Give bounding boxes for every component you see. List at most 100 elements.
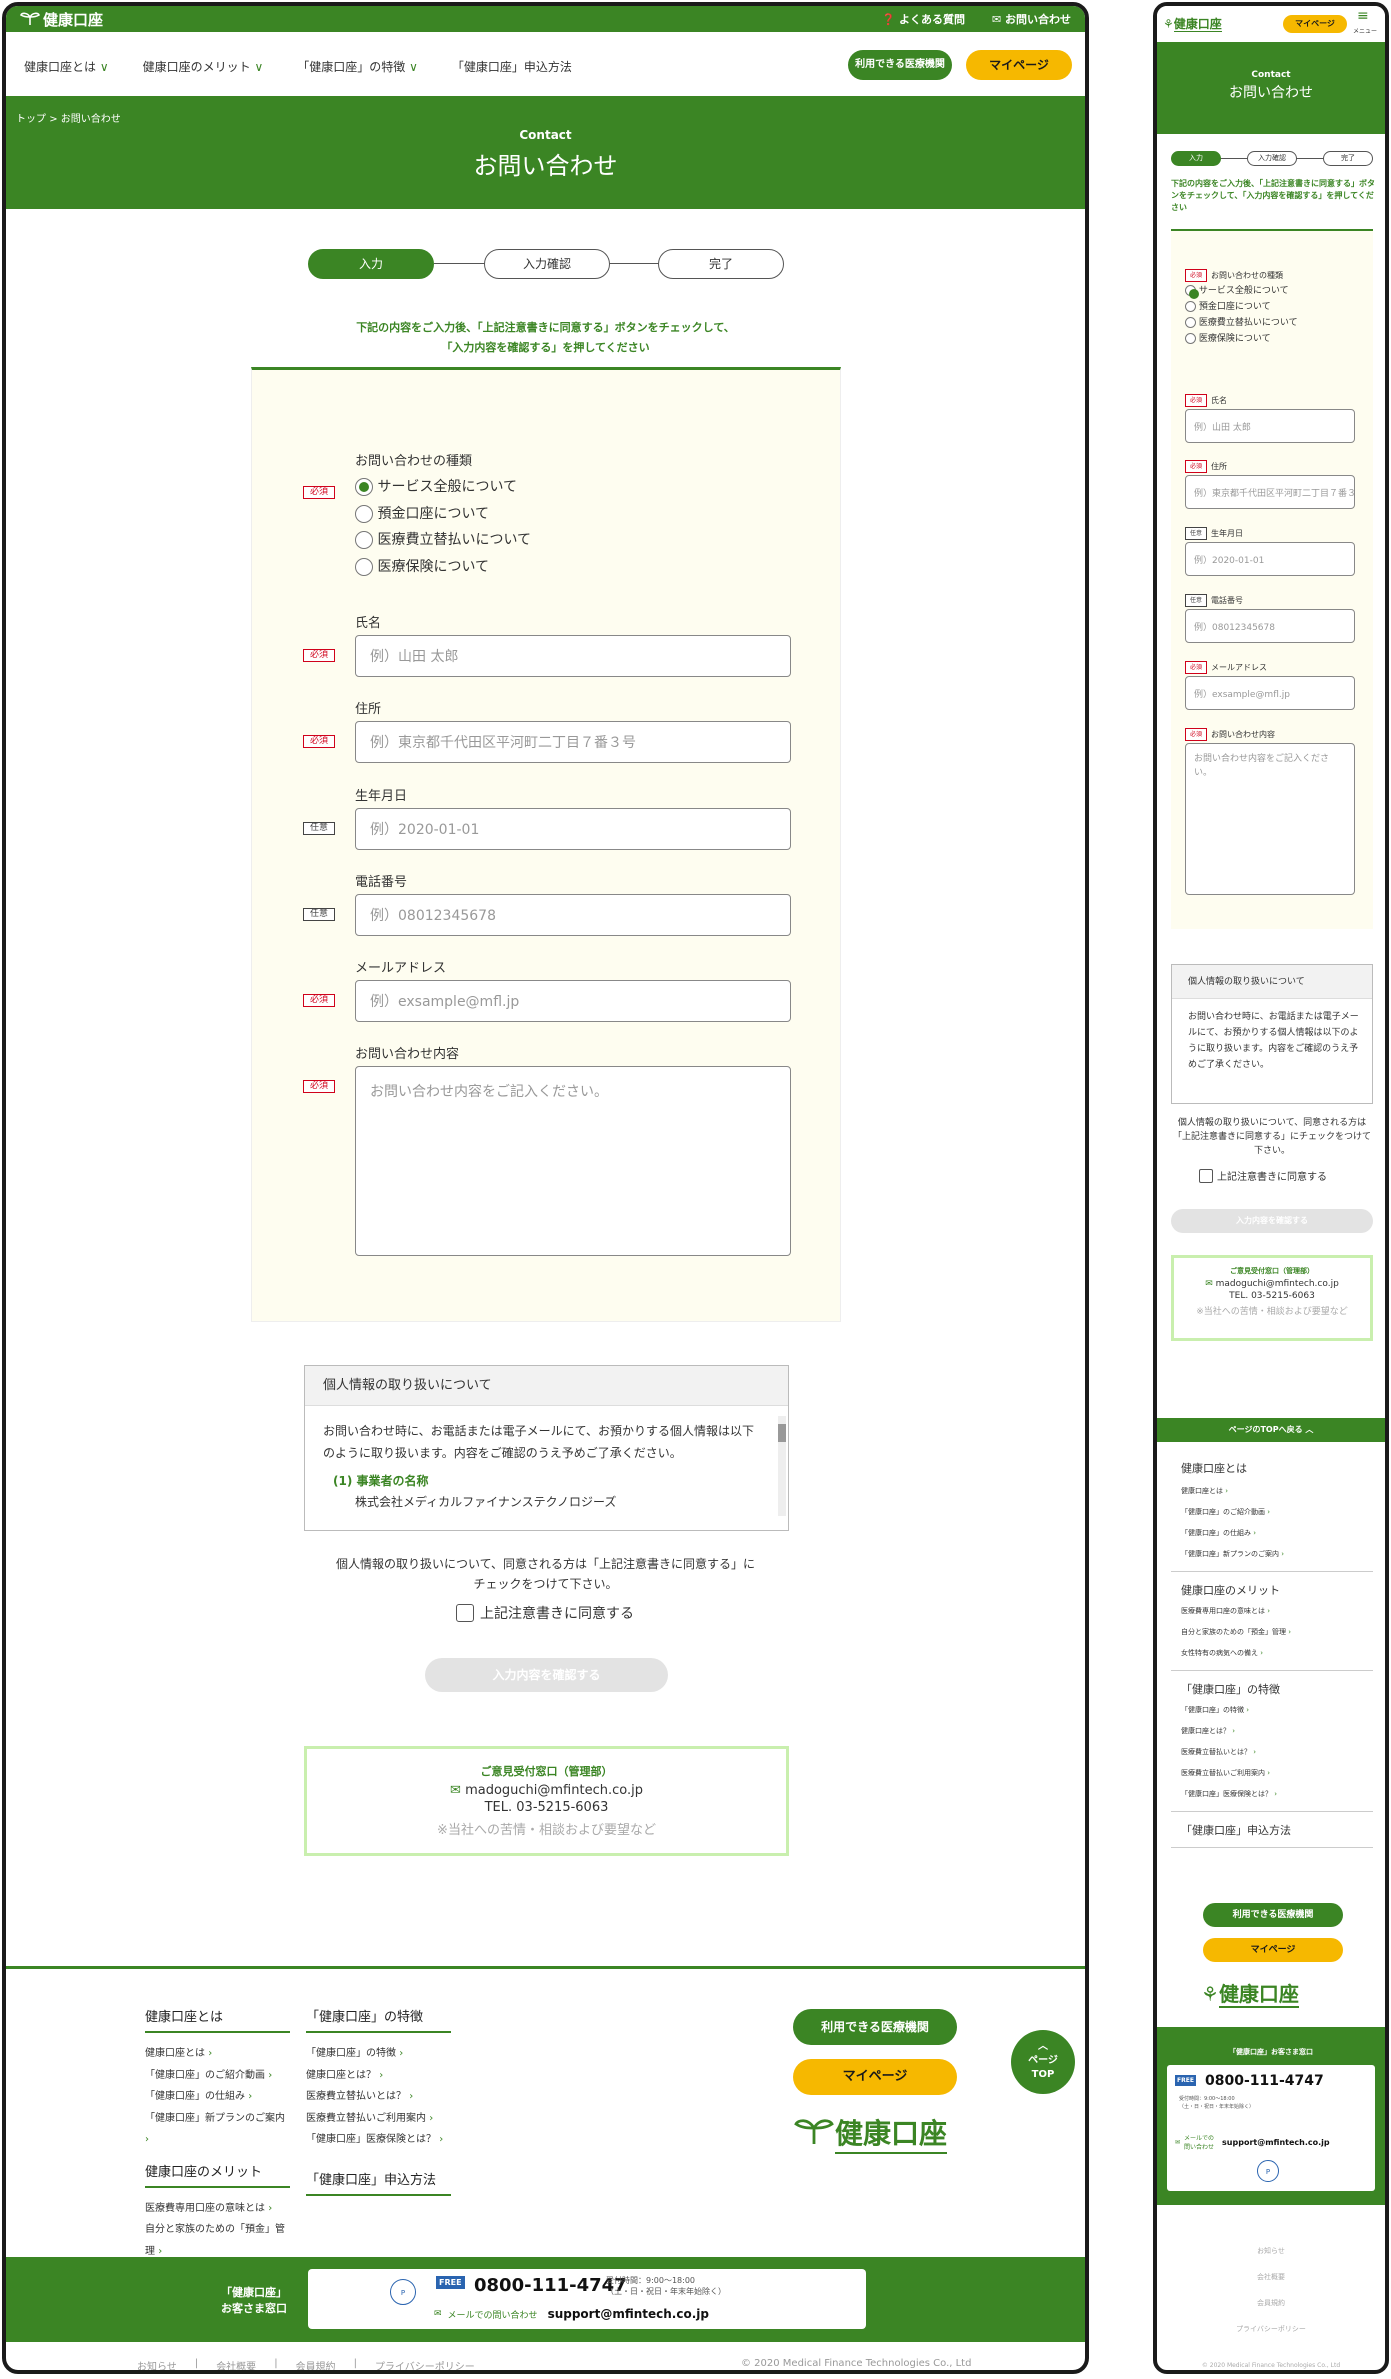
mobile-mypage-button-footer[interactable]: マイページ [1203, 1938, 1343, 1962]
agree-checkbox[interactable]: 上記注意書きに同意する [456, 1603, 634, 1623]
radio-deposit[interactable]: 預金口座について [355, 501, 531, 528]
radio-button[interactable] [1185, 285, 1199, 299]
mobile-clinic-button[interactable]: 利用できる医療機関 [1203, 1903, 1343, 1927]
mobile-agree-checkbox[interactable]: 上記注意書きに同意する [1199, 1168, 1327, 1183]
mobile-logo[interactable]: ⚘健康口座 [1163, 15, 1222, 32]
radio-button[interactable] [1185, 317, 1196, 328]
phone-input[interactable]: 例）08012345678 [355, 894, 791, 936]
message-textarea[interactable]: お問い合わせ内容をご記入ください。 [355, 1066, 791, 1256]
name-input[interactable]: 例）山田 太郎 [355, 635, 791, 677]
footer-bottom-link[interactable]: 会員規約 [296, 2358, 336, 2370]
email-input[interactable]: 例）exsample@mfl.jp [355, 980, 791, 1022]
nav-item-about[interactable]: 健康口座とは ∨ [24, 58, 109, 75]
mobile-address-input[interactable]: 例）東京都千代田区平河町二丁目７番３号 [1185, 475, 1355, 509]
nav-item-apply[interactable]: 「健康口座」申込方法 [452, 58, 572, 75]
mobile-privacy-box[interactable]: 個人情報の取り扱いについて お問い合わせ時に、お電話または電子メールにて、お預か… [1171, 964, 1373, 1104]
free-dial-icon: FREE [436, 2276, 465, 2289]
footer-bottom-link[interactable]: 会社概要 [216, 2358, 256, 2370]
scrollbar[interactable] [778, 1416, 786, 1516]
mobile-mypage-button[interactable]: マイページ [1283, 15, 1347, 33]
radio-button[interactable] [355, 504, 373, 523]
checkbox[interactable] [1199, 1168, 1213, 1183]
footer-link[interactable]: 「健康口座」の特徴 › [306, 2043, 451, 2065]
footer-link[interactable]: 健康口座とは › [145, 2043, 290, 2065]
mobile-message-textarea[interactable]: お問い合わせ内容をご記入ください。 [1185, 743, 1355, 895]
page-top-button[interactable]: ︿ ページ TOP [1011, 2030, 1075, 2094]
footer-link[interactable]: 自分と家族のための「預金」管理 › [145, 2219, 290, 2262]
confirm-button[interactable]: 入力内容を確認する [425, 1658, 668, 1692]
address-input[interactable]: 例）東京都千代田区平河町二丁目７番３号 [355, 721, 791, 763]
footer-mypage-button[interactable]: マイページ [793, 2059, 957, 2095]
support-mail[interactable]: ✉ メールでの問い合わせ support@mfintech.co.jp [434, 2307, 709, 2321]
footer-link[interactable]: 「健康口座」のご紹介動画 › [145, 2065, 290, 2087]
intro-text: 下記の内容をご入力後、「上記注意書きに同意する」ボタンをチェックして、 「入力内容… [356, 321, 735, 354]
footer-link[interactable]: 「健康口座」新プランのご案内 › [145, 2108, 290, 2151]
clinic-button[interactable]: 利用できる医療機関 [848, 50, 952, 80]
hero-subtitle: Contact [519, 128, 572, 142]
footer-link[interactable]: 医療費専用口座の意味とは › [145, 2198, 290, 2220]
menu-icon[interactable]: ≡ [1357, 8, 1369, 24]
mobile-opinion-email[interactable]: ✉ madoguchi@mfintech.co.jp [1174, 1279, 1370, 1289]
contact-link[interactable]: ✉ お問い合わせ [992, 11, 1071, 27]
footer-divider [6, 1966, 1085, 1969]
radio-service[interactable]: サービス全般について [1185, 283, 1298, 299]
mobile-step-complete: 完了 [1323, 151, 1373, 166]
mobile-phone-input[interactable]: 例）08012345678 [1185, 609, 1355, 643]
type-radio-group: サービス全般について 預金口座について 医療費立替払いについて 医療保険について [355, 474, 531, 580]
footer-link[interactable]: 「健康口座」医療保険とは？ › [306, 2129, 451, 2151]
mobile-support-phone[interactable]: 0800-111-4747 [1205, 2073, 1324, 2089]
mobile-page-top[interactable]: ページのTOPへ戻る ︿ [1157, 1418, 1385, 1442]
footer-bottom-link[interactable]: プライバシーポリシー [375, 2358, 475, 2370]
mobile-birth-input[interactable]: 例）2020-01-01 [1185, 542, 1355, 576]
footer-logo[interactable]: 健康口座 [793, 2112, 948, 2154]
radio-advance[interactable]: 医療費立替払いについて [1185, 315, 1298, 331]
radio-insurance[interactable]: 医療保険について [1185, 331, 1298, 347]
required-badge: 必須 [303, 735, 335, 748]
mobile-footer-logo[interactable]: ⚘健康口座 [1201, 1978, 1299, 2008]
radio-button[interactable] [355, 531, 373, 549]
nav-item-features[interactable]: 「健康口座」の特徴 ∨ [297, 58, 418, 75]
consent-text: 個人情報の取り扱いについて、同意される方は「上記注意書きに同意する」に チェックを… [335, 1557, 756, 1591]
mobile-support-mail[interactable]: ✉ メールでの問い合わせ support@mfintech.co.jp [1175, 2133, 1371, 2151]
mobile-email-input[interactable]: 例）exsample@mfl.jp [1185, 676, 1355, 710]
checkbox[interactable] [456, 1604, 474, 1622]
required-badge: 必須 [303, 486, 335, 499]
main-nav: 健康口座とは ∨ 健康口座のメリット ∨ 「健康口座」の特徴 ∨ 「健康口座」申… [6, 32, 1085, 96]
birth-input[interactable]: 例）2020-01-01 [355, 808, 791, 850]
mypage-button[interactable]: マイページ [966, 50, 1072, 80]
support-phone[interactable]: 0800-111-4747 [474, 2275, 627, 2296]
radio-button[interactable] [355, 478, 373, 496]
mobile-hero: Contact お問い合わせ [1157, 42, 1385, 134]
radio-service[interactable]: サービス全般について [355, 474, 531, 501]
footer-link[interactable]: 健康口座とは？ › [306, 2065, 451, 2087]
radio-button[interactable] [1185, 333, 1196, 344]
mobile-name-input[interactable]: 例）山田 太郎 [1185, 409, 1355, 443]
privacy-box[interactable]: 個人情報の取り扱いについて お問い合わせ時に、お電話または電子メールにて、お預か… [304, 1365, 789, 1531]
required-badge: 必須 [303, 649, 335, 662]
opinion-email[interactable]: ✉ madoguchi@mfintech.co.jp [307, 1783, 786, 1798]
footer-bottom-link[interactable]: お知らせ [137, 2358, 177, 2370]
footer-col-title[interactable]: 「健康口座」申込方法 [306, 2169, 451, 2196]
faq-link[interactable]: ❓ よくある質問 [881, 11, 965, 27]
breadcrumb-top[interactable]: トップ [16, 114, 46, 125]
footer-link[interactable]: 「健康口座」の仕組み › [145, 2086, 290, 2108]
step-input: 入力 [308, 249, 434, 279]
logo[interactable]: 健康口座 [19, 9, 103, 30]
radio-button[interactable] [1185, 301, 1196, 312]
footer-col-title[interactable]: 健康口座とは [145, 2006, 290, 2033]
footer-col-title[interactable]: 「健康口座」の特徴 [306, 2006, 451, 2033]
radio-button[interactable] [355, 557, 373, 576]
footer-link[interactable]: 医療費立替払いご利用案内 › [306, 2108, 451, 2130]
mobile-confirm-button[interactable]: 入力内容を確認する [1171, 1209, 1373, 1233]
radio-insurance[interactable]: 医療保険について [355, 554, 531, 581]
footer-col-title[interactable]: 健康口座のメリット [145, 2161, 290, 2188]
mobile-intro: 下記の内容をご入力後、「上記注意書きに同意する」ボタンをチェックして、「入力内容… [1171, 179, 1375, 212]
footer-col-about: 健康口座とは 健康口座とは › 「健康口座」のご紹介動画 › 「健康口座」の仕組… [145, 2006, 290, 2284]
footer-clinic-button[interactable]: 利用できる医療機関 [793, 2009, 957, 2045]
mobile-form-panel: 必須 お問い合わせの種類 サービス全般について 預金口座について 医療費立替払いに… [1171, 229, 1373, 929]
nav-item-merit[interactable]: 健康口座のメリット ∨ [143, 58, 264, 75]
footer-link[interactable]: 医療費立替払いとは？ › [306, 2086, 451, 2108]
radio-advance[interactable]: 医療費立替払いについて [355, 527, 531, 554]
radio-deposit[interactable]: 預金口座について [1185, 299, 1298, 315]
privacy-sub-title: (1) 事業者の名称 [333, 1474, 429, 1488]
